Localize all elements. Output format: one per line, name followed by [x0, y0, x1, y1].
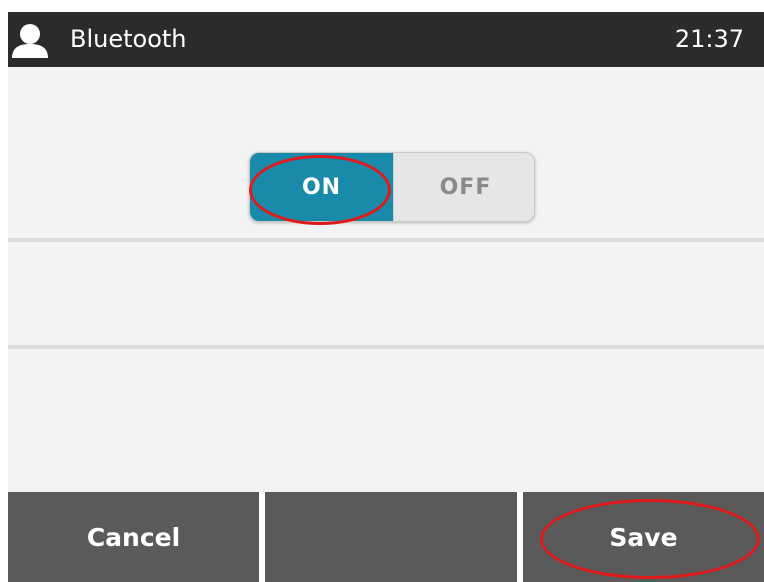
clock-time: 21:37 — [674, 25, 744, 53]
save-button[interactable]: Save — [523, 492, 764, 582]
user-avatar-icon — [12, 24, 48, 58]
page-title: Bluetooth — [70, 25, 187, 53]
bluetooth-toggle[interactable]: ON OFF — [249, 152, 535, 222]
row-divider — [8, 238, 764, 242]
phone-screen: Bluetooth 21:37 ON OFF Cancel Save — [8, 12, 764, 582]
cancel-button[interactable]: Cancel — [8, 492, 259, 582]
empty-softkey[interactable] — [265, 492, 517, 582]
toggle-on-option[interactable]: ON — [250, 153, 393, 221]
toggle-off-option[interactable]: OFF — [393, 153, 534, 221]
title-bar: Bluetooth 21:37 — [8, 12, 764, 67]
row-divider — [8, 345, 764, 349]
softkey-bar: Cancel Save — [8, 492, 764, 582]
